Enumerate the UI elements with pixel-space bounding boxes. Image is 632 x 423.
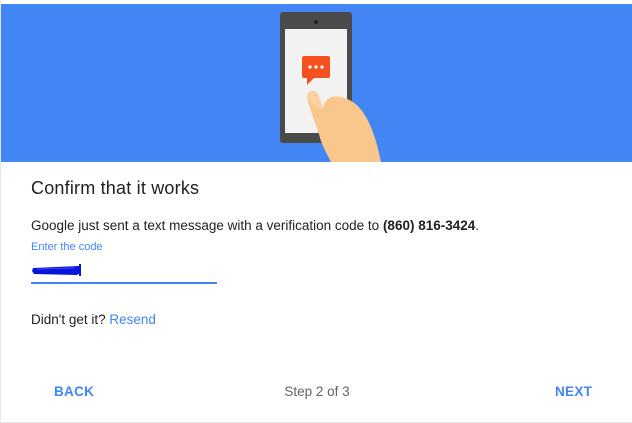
- verification-description: Google just sent a text message with a v…: [31, 218, 479, 233]
- description-end: .: [475, 218, 480, 233]
- verification-code-input[interactable]: [31, 260, 217, 282]
- phone-number: (860) 816-3424: [382, 218, 476, 233]
- code-field: [31, 260, 217, 286]
- header-banner: [1, 4, 632, 162]
- code-field-underline: [31, 282, 217, 284]
- resend-link[interactable]: Resend: [109, 312, 156, 327]
- next-button[interactable]: NEXT: [549, 380, 598, 403]
- page-title: Confirm that it works: [31, 178, 200, 198]
- phone-with-message-icon: [280, 12, 381, 162]
- code-field-label: Enter the code: [31, 241, 103, 253]
- resend-row: Didn't get it? Resend: [31, 312, 156, 327]
- description-text: Google just sent a text message with a v…: [31, 218, 383, 233]
- resend-prompt: Didn't get it?: [31, 312, 110, 327]
- verification-card: Confirm that it works Google just sent a…: [0, 0, 632, 423]
- back-button[interactable]: BACK: [48, 380, 100, 403]
